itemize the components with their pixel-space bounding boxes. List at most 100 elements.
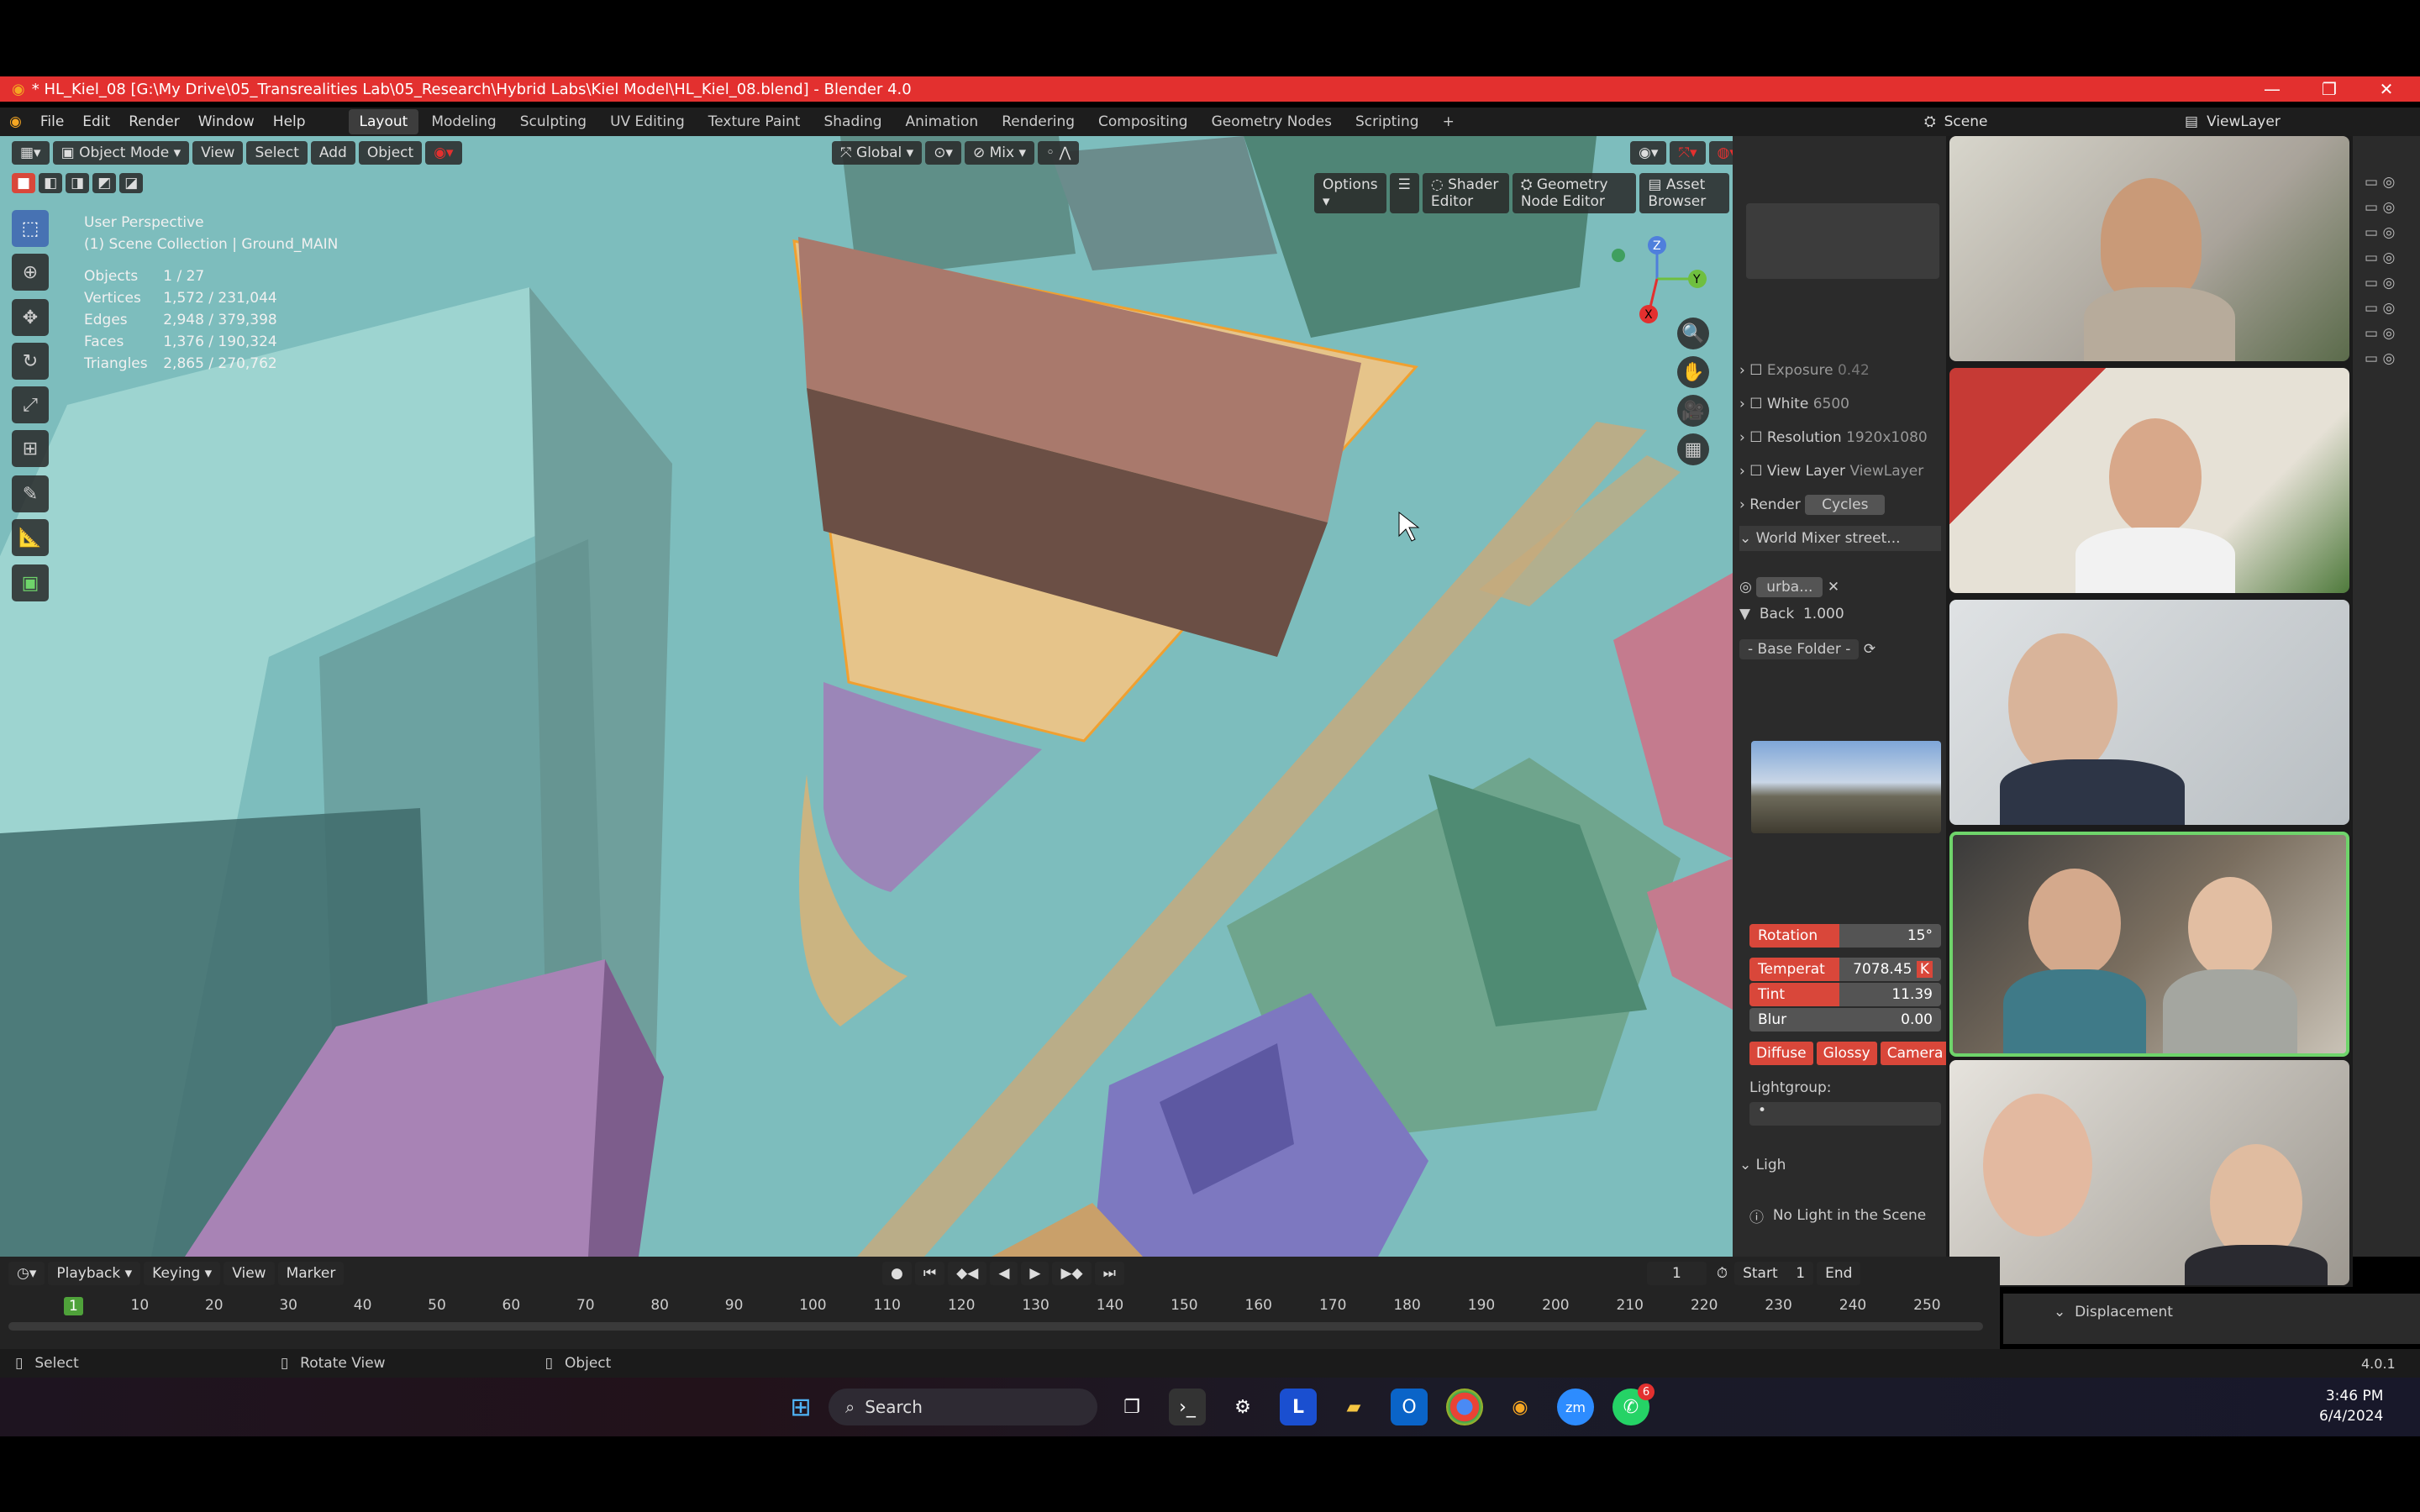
overlay-icon[interactable]: ◍▾ — [1708, 141, 1733, 165]
menu-edit[interactable]: Edit — [73, 113, 119, 130]
tab-rendering[interactable]: Rendering — [991, 109, 1086, 134]
taskbar-search[interactable]: ⌕ Search — [829, 1389, 1097, 1425]
tab-geometry-nodes[interactable]: Geometry Nodes — [1201, 109, 1343, 134]
tab-compositing[interactable]: Compositing — [1087, 109, 1199, 134]
tab-scripting[interactable]: Scripting — [1344, 109, 1430, 134]
current-frame-field[interactable]: 1 — [1647, 1262, 1707, 1285]
shader-editor-button[interactable]: ◌ Shader Editor — [1422, 173, 1509, 213]
rotation-slider[interactable]: Rotation 15° — [1749, 924, 1941, 948]
checkbox-icon[interactable]: ☐ — [1749, 463, 1762, 480]
menu-file[interactable]: File — [31, 113, 73, 130]
select-mode-extend-icon[interactable]: ◧ — [39, 173, 63, 193]
select-menu[interactable]: Select — [246, 141, 308, 165]
maximize-button[interactable]: ❐ — [2304, 76, 2354, 102]
snap-dropdown[interactable]: ⊘ Mix ▾ — [964, 141, 1035, 165]
tab-modeling[interactable]: Modeling — [420, 109, 507, 134]
timeline-scrollbar[interactable] — [8, 1322, 1983, 1331]
displacement-header[interactable]: ⌄ Displacement — [2054, 1304, 2173, 1320]
participant-tile[interactable] — [1949, 1060, 2349, 1285]
object-menu[interactable]: Object — [358, 141, 423, 165]
blender-menu-icon[interactable]: ◉ — [0, 113, 31, 130]
visibility-icon[interactable]: ▭ ◎ — [2365, 346, 2395, 371]
close-button[interactable]: ✕ — [2361, 76, 2412, 102]
tint-slider[interactable]: Tint 11.39 — [1749, 983, 1941, 1006]
view-layer-name[interactable]: ViewLayer — [2207, 113, 2281, 130]
play-reverse-icon[interactable]: ◀ — [990, 1262, 1018, 1285]
timeline-ruler[interactable]: 1 10 20 30 40 50 60 70 80 90 100 110 120 130 140 150 160… — [0, 1297, 2000, 1320]
view-menu[interactable]: View — [224, 1262, 275, 1285]
chrome-icon[interactable] — [1446, 1389, 1483, 1425]
visibility-icon[interactable]: ▭ ◎ — [2365, 170, 2395, 195]
participant-tile[interactable] — [1949, 368, 2349, 593]
editor-type-icon[interactable]: ◷▾ — [8, 1262, 45, 1285]
menu-help[interactable]: Help — [264, 113, 315, 130]
visibility-icon[interactable]: ▭ ◎ — [2365, 270, 2395, 296]
glossy-button[interactable]: Glossy — [1816, 1042, 1877, 1065]
grid-view-icon[interactable]: ▦ — [1677, 433, 1709, 465]
checkbox-icon[interactable]: ☐ — [1749, 362, 1762, 379]
participant-tile[interactable] — [1949, 136, 2349, 361]
menu-render[interactable]: Render — [119, 113, 189, 130]
tab-sculpting[interactable]: Sculpting — [509, 109, 597, 134]
close-icon[interactable]: ✕ — [1828, 579, 1839, 596]
hdri-thumbnail[interactable] — [1751, 741, 1941, 833]
keying-menu[interactable]: Keying ▾ — [144, 1262, 221, 1285]
terminal-icon[interactable]: ›_ — [1169, 1389, 1206, 1425]
visibility-icon[interactable]: ◉▾ — [1630, 141, 1667, 165]
select-mode-subtract-icon[interactable]: ◨ — [66, 173, 90, 193]
world-selector[interactable]: ◎ urba... ✕ — [1739, 575, 1941, 600]
diffuse-button[interactable]: Diffuse — [1749, 1042, 1813, 1065]
visibility-icon[interactable]: ▭ ◎ — [2365, 296, 2395, 321]
light-panel-header[interactable]: ⌄ Ligh — [1739, 1152, 1941, 1178]
camera-view-icon[interactable]: 🎥 — [1677, 395, 1709, 427]
geometry-node-editor-button[interactable]: ⛭ Geometry Node Editor — [1512, 173, 1637, 213]
base-folder-dropdown[interactable]: - Base Folder - ⟳ — [1739, 637, 1941, 662]
rotate-tool[interactable]: ↻ — [12, 343, 49, 380]
visibility-icon[interactable]: ▭ ◎ — [2365, 321, 2395, 346]
visibility-icon[interactable]: ▭ ◎ — [2365, 245, 2395, 270]
shading-color-icon[interactable]: ◉▾ — [425, 141, 462, 165]
editor-type-button[interactable]: ▦▾ — [12, 141, 50, 165]
participant-tile-active-speaker[interactable] — [1949, 832, 2349, 1057]
tab-shading[interactable]: Shading — [813, 109, 892, 134]
add-cube-tool[interactable]: ▣ — [12, 564, 49, 601]
move-tool[interactable]: ✥ — [12, 299, 49, 336]
settings-gear-icon[interactable]: ⚙ — [1224, 1389, 1261, 1425]
annotate-tool[interactable]: ✎ — [12, 475, 49, 512]
tab-uv-editing[interactable]: UV Editing — [599, 109, 696, 134]
whatsapp-icon[interactable]: ✆ 6 — [1612, 1383, 1655, 1425]
lightgroup-field[interactable]: • — [1749, 1102, 1941, 1126]
select-mode-intersect-icon[interactable]: ◪ — [119, 173, 144, 193]
gizmo-icon[interactable]: ⤧▾ — [1670, 141, 1706, 165]
transform-tool[interactable]: ⊞ — [12, 430, 49, 467]
marker-menu[interactable]: Marker — [277, 1262, 345, 1285]
minimize-button[interactable]: — — [2247, 76, 2297, 102]
object-mode-dropdown[interactable]: ▣ Object Mode ▾ — [52, 141, 190, 165]
asset-browser-button[interactable]: ▤ Asset Browser — [1639, 173, 1729, 213]
record-icon[interactable]: ● — [882, 1262, 912, 1285]
render-engine-row[interactable]: › Render Cycles — [1739, 492, 1941, 517]
proportional-edit-icon[interactable]: ◦ ⋀ — [1038, 141, 1080, 165]
start-frame-field[interactable]: Start 1 — [1734, 1262, 1814, 1285]
cursor-tool[interactable]: ⊕ — [12, 254, 49, 291]
select-mode-invert-icon[interactable]: ◩ — [92, 173, 117, 193]
measure-tool[interactable]: 📐 — [12, 519, 49, 556]
jump-start-icon[interactable]: ⏮ — [914, 1262, 945, 1285]
view-layer-row[interactable]: › ☐ View Layer ViewLayer — [1739, 459, 1941, 484]
transform-orientation-dropdown[interactable]: ⤧ Global ▾ — [832, 141, 923, 165]
app-l-icon[interactable]: L — [1280, 1389, 1317, 1425]
blur-slider[interactable]: Blur 0.00 — [1749, 1008, 1941, 1032]
task-view-icon[interactable]: ❐ — [1113, 1389, 1150, 1425]
menu-window[interactable]: Window — [189, 113, 264, 130]
tab-layout[interactable]: Layout — [348, 109, 419, 134]
visibility-icon[interactable]: ▭ ◎ — [2365, 195, 2395, 220]
end-frame-field[interactable]: End — [1817, 1262, 1861, 1285]
temperature-slider[interactable]: Temperat 7078.45 K — [1749, 958, 1941, 981]
scale-tool[interactable]: ⤢ — [12, 386, 49, 423]
3d-viewport[interactable]: ▦▾ ▣ Object Mode ▾ View Select Add Objec… — [0, 136, 1733, 1257]
playback-menu[interactable]: Playback ▾ — [48, 1262, 141, 1285]
checkbox-icon[interactable]: ☐ — [1749, 396, 1762, 412]
system-clock[interactable]: 3:46 PM 6/4/2024 — [2319, 1386, 2383, 1426]
pan-hand-icon[interactable]: ✋ — [1677, 356, 1709, 388]
menu-icon[interactable]: ☰ — [1389, 173, 1419, 213]
